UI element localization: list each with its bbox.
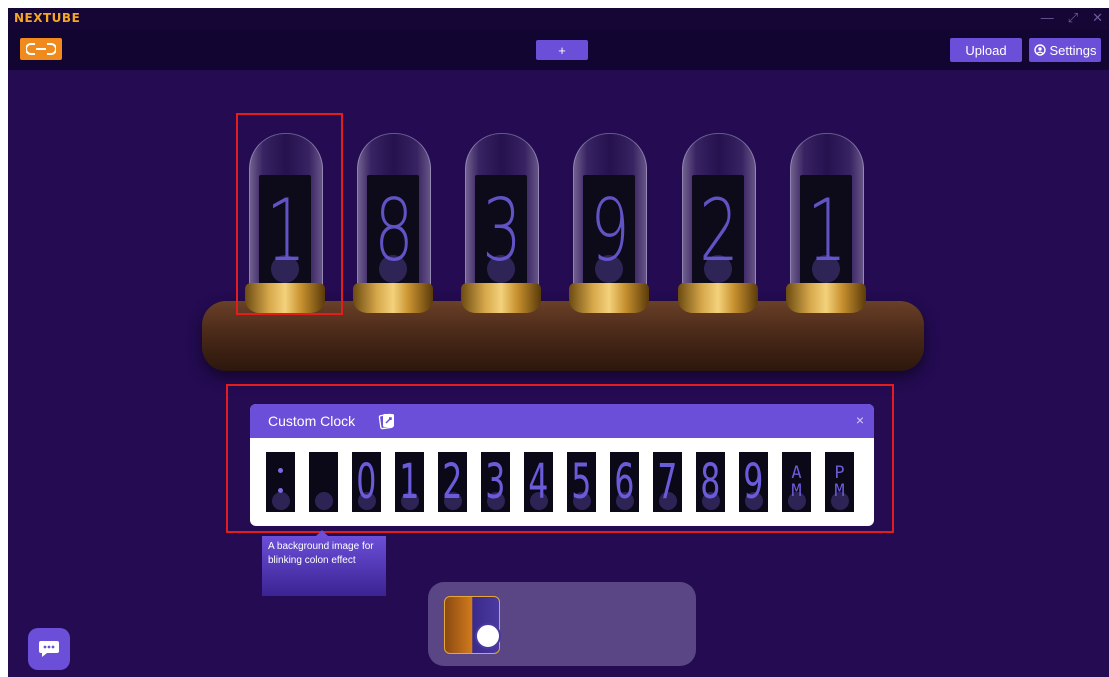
settings-circle-icon: [1033, 44, 1046, 56]
tooltip: A background image for blinking colon ef…: [262, 530, 386, 596]
tile-digit-5[interactable]: 5: [567, 452, 596, 512]
settings-button[interactable]: Settings: [1029, 38, 1101, 62]
theme-thumbnail-tray: [428, 582, 696, 666]
chat-button[interactable]: [28, 628, 70, 670]
tile-blank[interactable]: [309, 452, 338, 512]
add-button[interactable]: +: [536, 40, 588, 60]
tube-digit: 8: [374, 181, 414, 281]
close-icon[interactable]: ✕: [1092, 10, 1103, 26]
highlight-box-tube: [236, 113, 343, 315]
watermark-icon: [315, 492, 333, 510]
tile-digit-8[interactable]: 8: [696, 452, 725, 512]
title-bar: NEXTUBE — ⤢ ✕: [8, 8, 1109, 30]
app-name: NEXTUBE: [14, 11, 81, 25]
tile-row: 0 1 2 3 4 5 6 7 8 9 AM PM: [266, 452, 854, 512]
panel-title: Custom Clock: [268, 413, 356, 429]
tile-digit-7[interactable]: 7: [653, 452, 682, 512]
upload-button[interactable]: Upload: [950, 38, 1022, 62]
theme-thumbnail[interactable]: [444, 596, 501, 654]
window-controls: — ⤢ ✕: [1041, 10, 1103, 26]
tile-digit-3[interactable]: 3: [481, 452, 510, 512]
tube-digit: 9: [590, 181, 630, 281]
tube-6[interactable]: 1: [786, 133, 866, 317]
restore-icon[interactable]: ⤢: [1068, 10, 1078, 26]
card-edit-icon[interactable]: [378, 412, 396, 430]
toolbar: + Upload Settings: [8, 30, 1109, 70]
tube-2[interactable]: 8: [353, 133, 433, 317]
watermark-icon: [475, 623, 501, 649]
custom-clock-panel: Custom Clock × 0 1 2 3 4 5 6 7 8 9 AM PM: [250, 404, 874, 526]
tile-digit-1[interactable]: 1: [395, 452, 424, 512]
watermark-icon: [272, 492, 290, 510]
panel-header: Custom Clock ×: [250, 404, 874, 438]
tile-am[interactable]: AM: [782, 452, 811, 512]
minimize-icon[interactable]: —: [1041, 10, 1054, 26]
tile-digit-0[interactable]: 0: [352, 452, 381, 512]
tile-digit-4[interactable]: 4: [524, 452, 553, 512]
settings-label: Settings: [1049, 42, 1097, 58]
logo-button[interactable]: [20, 38, 62, 60]
tube-digit: 1: [807, 181, 847, 281]
tube-digit: 2: [699, 181, 739, 281]
tile-digit-6[interactable]: 6: [610, 452, 639, 512]
tube-digit: 3: [482, 181, 522, 281]
tube-3[interactable]: 3: [461, 133, 541, 317]
tile-digit-9[interactable]: 9: [739, 452, 768, 512]
tile-colon[interactable]: [266, 452, 295, 512]
tube-5[interactable]: 2: [678, 133, 758, 317]
tube-4[interactable]: 9: [569, 133, 649, 317]
app-window: NEXTUBE — ⤢ ✕ + Upload Settings 1 8 3 9 …: [8, 8, 1109, 677]
chat-icon: [39, 641, 59, 657]
tile-pm[interactable]: PM: [825, 452, 854, 512]
close-icon[interactable]: ×: [856, 412, 864, 428]
tile-digit-2[interactable]: 2: [438, 452, 467, 512]
link-logo-icon: [26, 43, 56, 55]
